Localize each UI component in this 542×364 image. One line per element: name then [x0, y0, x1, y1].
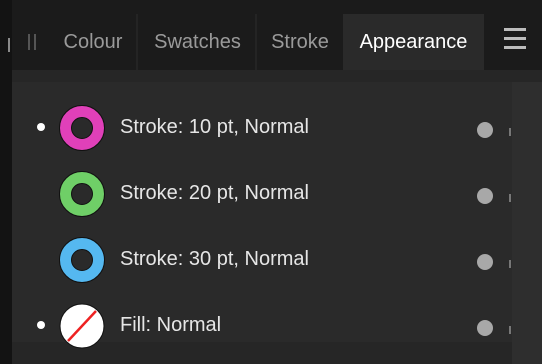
hamburger-icon[interactable]	[504, 28, 526, 50]
visibility-dot-icon[interactable]	[477, 254, 493, 270]
tab-bar: Colour Swatches Stroke Appearance	[0, 0, 542, 70]
stroke-ring-swatch[interactable]	[59, 171, 105, 217]
appearance-item-label: Stroke: 20 pt, Normal	[120, 182, 309, 204]
appearance-list: Stroke: 10 pt, Normal Stroke: 20 pt, Nor…	[12, 82, 512, 349]
appearance-item-stroke-30[interactable]: Stroke: 30 pt, Normal	[12, 226, 512, 292]
panel-grip-icon[interactable]	[28, 34, 36, 50]
selected-dot-icon	[37, 321, 45, 329]
row-tick	[509, 128, 511, 136]
stroke-ring-swatch[interactable]	[59, 237, 105, 283]
row-tick	[509, 326, 511, 334]
appearance-item-label: Stroke: 30 pt, Normal	[120, 248, 309, 270]
panel-content: Stroke: 10 pt, Normal Stroke: 20 pt, Nor…	[12, 70, 542, 364]
row-tick	[509, 194, 511, 202]
appearance-item-label: Stroke: 10 pt, Normal	[120, 116, 309, 138]
visibility-dot-icon[interactable]	[477, 122, 493, 138]
visibility-dot-icon[interactable]	[477, 188, 493, 204]
row-tick	[509, 260, 511, 268]
panel-left-edge	[0, 0, 12, 70]
visibility-dot-icon[interactable]	[477, 320, 493, 336]
selected-dot-icon	[37, 123, 45, 131]
appearance-item-stroke-20[interactable]: Stroke: 20 pt, Normal	[12, 160, 512, 226]
scrollbar-track[interactable]	[512, 82, 542, 364]
no-fill-swatch-icon[interactable]	[59, 303, 105, 349]
appearance-item-fill[interactable]: Fill: Normal	[12, 292, 512, 358]
appearance-item-stroke-10[interactable]: Stroke: 10 pt, Normal	[12, 94, 512, 160]
appearance-item-label: Fill: Normal	[120, 314, 222, 336]
panel-edge-tick	[8, 38, 10, 52]
tab-swatches[interactable]: Swatches	[138, 14, 257, 70]
tab-stroke[interactable]: Stroke	[257, 14, 343, 70]
tab-appearance[interactable]: Appearance	[343, 14, 484, 70]
tab-colour[interactable]: Colour	[48, 14, 138, 70]
appearance-panel: Colour Swatches Stroke Appearance Stroke…	[0, 0, 542, 364]
stroke-ring-swatch[interactable]	[59, 105, 105, 151]
